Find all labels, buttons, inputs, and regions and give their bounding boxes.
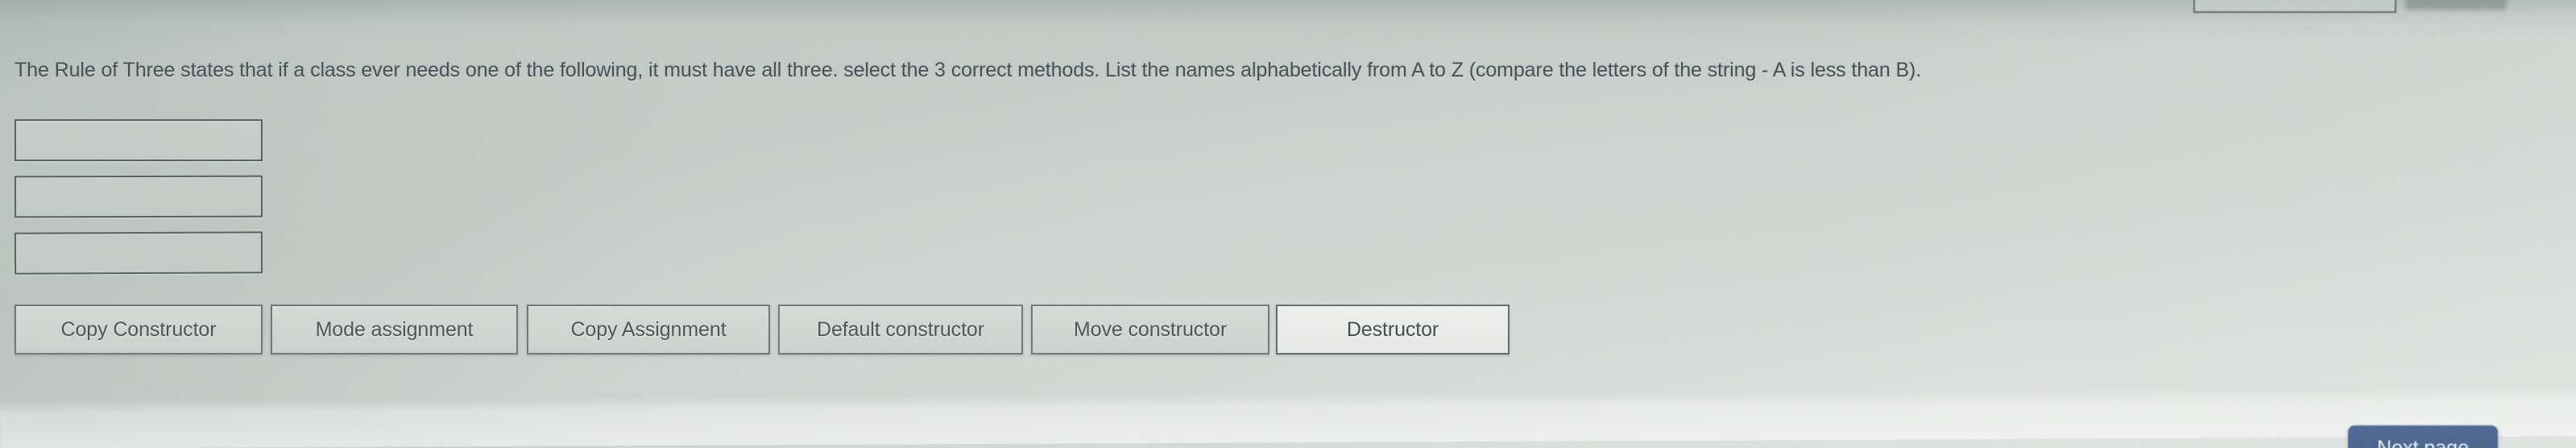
cropped-top-input-box[interactable] xyxy=(2193,0,2396,13)
option-chip-copy-constructor[interactable]: Copy Constructor xyxy=(14,305,263,355)
answer-slot-3[interactable] xyxy=(14,231,263,275)
screenshot-canvas: The Rule of Three states that if a class… xyxy=(0,0,2576,448)
next-page-button[interactable]: Next page xyxy=(2348,425,2498,448)
option-chip-destructor[interactable]: Destructor xyxy=(1276,305,1510,355)
option-chip-mode-assignment[interactable]: Mode assignment xyxy=(271,305,518,355)
cropped-top-control[interactable] xyxy=(2405,0,2507,10)
quiz-content: The Rule of Three states that if a class… xyxy=(0,0,2576,448)
option-chip-default-constructor[interactable]: Default constructor xyxy=(778,305,1023,355)
answer-slot-2[interactable] xyxy=(14,175,263,218)
answer-slot-1[interactable] xyxy=(14,119,263,161)
option-chip-move-constructor[interactable]: Move constructor xyxy=(1031,305,1269,355)
option-chip-copy-assignment[interactable]: Copy Assignment xyxy=(527,305,770,355)
question-prompt: The Rule of Three states that if a class… xyxy=(14,59,1922,81)
